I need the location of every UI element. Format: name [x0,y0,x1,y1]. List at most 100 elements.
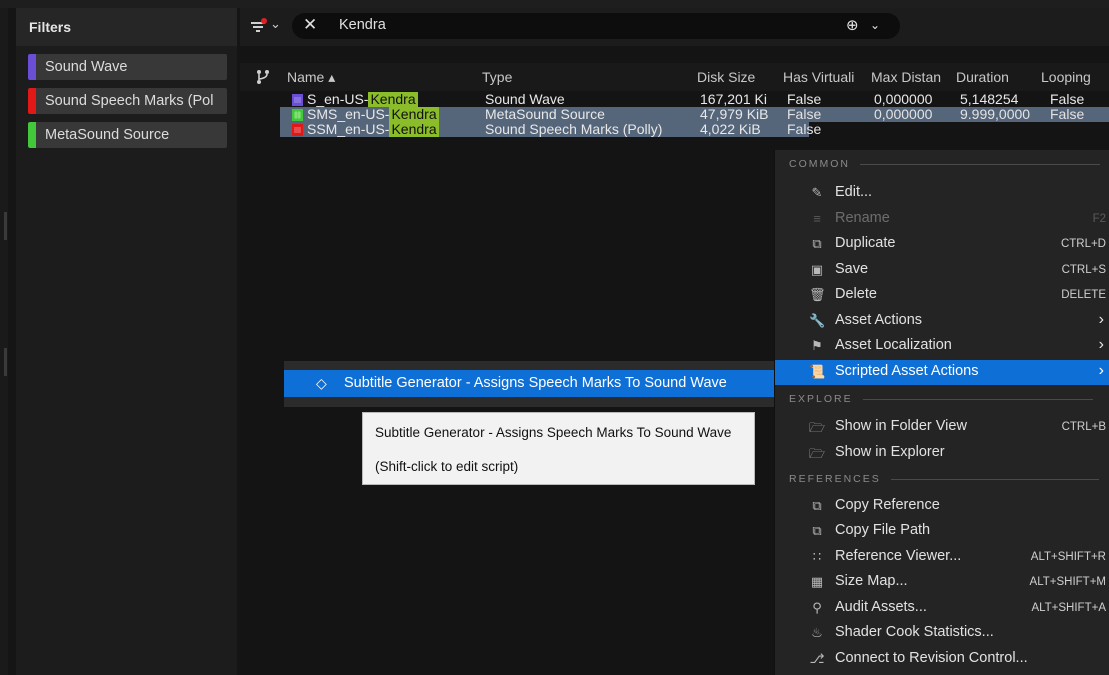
row-has-virtual: False [787,91,822,107]
audit-icon: ⚲ [812,600,822,615]
close-icon[interactable]: ✕ [303,15,317,35]
column-header-looping[interactable]: Looping [1041,69,1107,85]
row-max-distance: 0,000000 [874,106,933,122]
chevron-down-icon[interactable]: ⌄ [270,16,281,32]
menu-item-show-in-explorer[interactable]: 🗁 Show in Explorer [775,441,1109,466]
chevron-right-icon: › [1098,311,1104,328]
chevron-right-icon: › [1098,336,1104,353]
add-filter-button[interactable]: ⊕ ⌄ [842,15,894,37]
script-diamond-icon: ◇ [316,375,327,391]
tooltip-hint: (Shift-click to edit script) [375,459,519,474]
script-icon: 📜 [809,364,826,379]
row-name: S_en-US- Kendra [307,92,418,107]
menu-item-save[interactable]: ▣ Save CTRL+S [775,258,1109,283]
trash-icon: 🗑 [809,287,826,302]
menu-item-copy-reference[interactable]: ⧉ Copy Reference [775,494,1109,519]
menu-item-shader-cook-statistics[interactable]: ♨ Shader Cook Statistics... [775,621,1109,646]
metasound-file-icon [292,109,303,121]
filters-panel: Filters Sound Wave Sound Speech Marks (P… [16,8,237,675]
copy-reference-icon: ⧉ [812,498,822,513]
menu-section-common: COMMON [789,158,1100,172]
add-filter-icon: ⊕ [846,17,859,34]
menu-item-rename[interactable]: ≡ Rename F2 [775,207,1109,232]
rename-icon: ≡ [813,211,821,226]
filter-label: Sound Wave [45,59,128,75]
column-header-has-virtual[interactable]: Has Virtuali [783,69,867,85]
branch-icon[interactable] [256,69,270,85]
column-header-type[interactable]: Type [482,69,682,85]
duplicate-icon: ⧉ [812,236,822,251]
folder-search-icon: 🗁 [809,446,826,461]
filter-label: MetaSound Source [45,127,170,143]
column-header-max-distance[interactable]: Max Distan [871,69,955,85]
menu-item-delete[interactable]: 🗑 Delete DELETE [775,283,1109,308]
column-header-disk-size[interactable]: Disk Size [697,69,777,85]
filter-color-swatch [28,122,36,148]
splitter-mark [4,212,7,240]
menu-section-references: REFERENCES [789,473,1099,487]
column-header-name[interactable]: Name ▴ [287,69,467,86]
top-strip [0,0,1109,8]
filter-item-metasound-source[interactable]: MetaSound Source [28,122,227,148]
row-type: Sound Speech Marks (Polly) [485,122,663,137]
size-map-icon: ▦ [810,574,824,589]
table-row[interactable]: SSM_en-US- Kendra Sound Speech Marks (Pol… [280,122,775,137]
speech-marks-file-icon [292,124,303,136]
menu-item-duplicate[interactable]: ⧉ Duplicate CTRL+D [775,232,1109,257]
filters-title: Filters [16,8,237,46]
row-name: SSM_en-US- Kendra [307,122,439,137]
menu-item-reference-viewer[interactable]: ∷ Reference Viewer... ALT+SHIFT+R [775,545,1109,570]
context-menu: COMMON ✎ Edit... ≡ Rename F2 ⧉ Duplicate… [774,150,1109,675]
flag-icon: ⚑ [811,338,823,353]
action-tooltip: Subtitle Generator - Assigns Speech Mark… [362,412,755,485]
menu-item-edit[interactable]: ✎ Edit... [775,181,1109,206]
row-duration: 9.999,0000 [960,107,1031,122]
row-looping: False [1050,91,1085,107]
search-input[interactable]: ✕ Kendra ⊕ ⌄ [292,13,900,39]
filter-label: Sound Speech Marks (Pol [45,93,214,109]
table-row[interactable]: S_en-US- Kendra Sound Wave 167,201 Ki [280,92,775,107]
menu-item-size-map[interactable]: ▦ Size Map... ALT+SHIFT+M [775,570,1109,595]
row-has-virtual: False [787,122,822,135]
copy-path-icon: ⧉ [812,523,822,538]
column-header-row: Name ▴ Type Disk Size Has Virtuali Max D… [240,63,1109,91]
splitter-mark [4,348,7,376]
shader-icon: ♨ [811,625,823,640]
row-disk-size: 167,201 Ki [700,92,767,107]
save-icon: ▣ [810,262,824,277]
menu-item-show-in-folder-view[interactable]: 🗁 Show in Folder View CTRL+B [775,415,1109,440]
search-text[interactable]: Kendra [339,17,386,33]
menu-item-copy-file-path[interactable]: ⧉ Copy File Path [775,519,1109,544]
row-max-distance: 0,000000 [874,91,933,107]
wrench-icon: 🔧 [809,313,826,328]
column-header-duration[interactable]: Duration [956,69,1036,85]
menu-item-asset-actions[interactable]: 🔧 Asset Actions › [775,309,1109,334]
subtitle-generator-action[interactable]: ◇ Subtitle Generator - Assigns Speech Ma… [284,370,774,397]
filter-color-swatch [28,54,36,80]
menu-section-explore: EXPLORE [789,393,1093,407]
sound-wave-file-icon [292,94,303,106]
menu-item-scripted-asset-actions[interactable]: 📜 Scripted Asset Actions › [775,360,1109,385]
chevron-right-icon: › [1098,362,1104,379]
filter-item-sound-speech-marks[interactable]: Sound Speech Marks (Pol [28,88,227,114]
branch-icon: ⎇ [809,651,825,666]
menu-item-connect-revision-control[interactable]: ⎇ Connect to Revision Control... [775,647,1109,672]
table-row[interactable]: SMS_en-US- Kendra MetaSound Source 47,979… [280,107,775,122]
row-type: Sound Wave [485,92,565,107]
menu-item-audit-assets[interactable]: ⚲ Audit Assets... ALT+SHIFT+A [775,596,1109,621]
row-disk-size: 47,979 KiB [700,107,769,122]
filter-color-swatch [28,88,36,114]
edit-icon: ✎ [811,185,823,200]
search-toolbar: ⌄ ✕ Kendra ⊕ ⌄ [240,8,1109,46]
menu-item-asset-localization[interactable]: ⚑ Asset Localization › [775,334,1109,359]
row-looping: False [1050,106,1085,122]
filter-item-sound-wave[interactable]: Sound Wave [28,54,227,80]
subtitle-generator-label: Subtitle Generator - Assigns Speech Mark… [344,375,727,391]
reference-viewer-icon: ∷ [812,549,822,564]
left-edge-panel [0,8,8,675]
chevron-down-icon: ⌄ [870,18,881,32]
tooltip-title: Subtitle Generator - Assigns Speech Mark… [375,425,732,440]
folder-search-icon: 🗁 [809,420,826,435]
row-disk-size: 4,022 KiB [700,122,761,137]
filter-icon[interactable] [249,17,269,37]
